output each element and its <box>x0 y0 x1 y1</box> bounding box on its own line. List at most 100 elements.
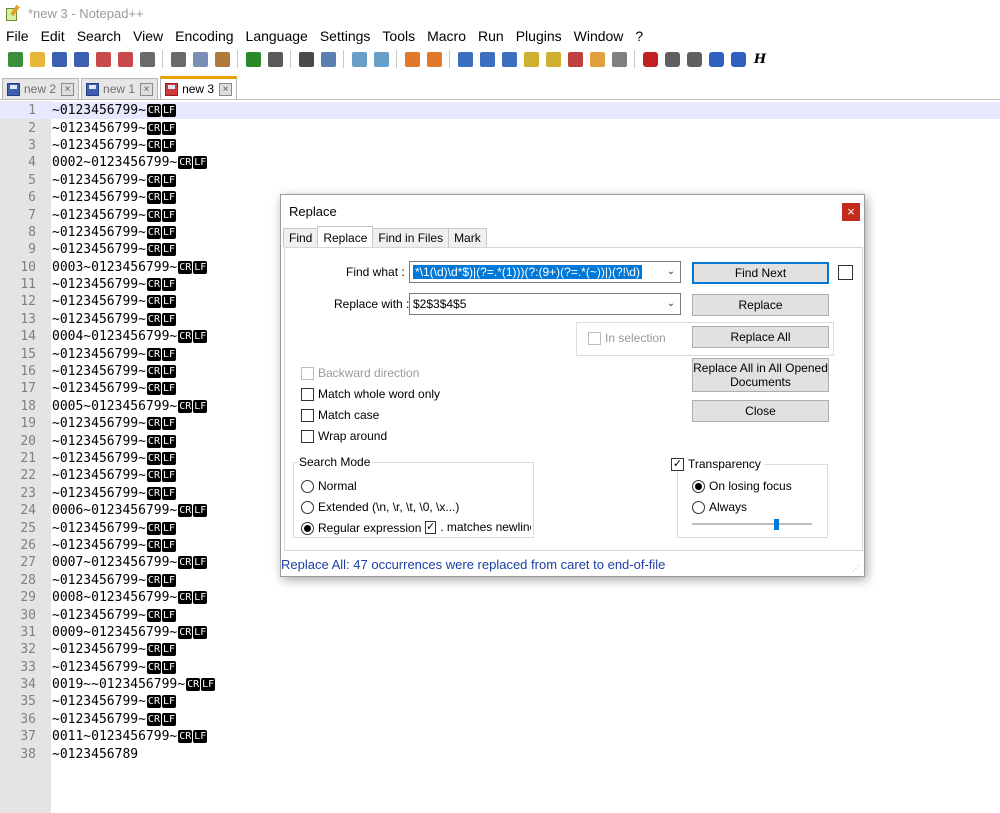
normal-radio[interactable]: Normal <box>301 479 357 493</box>
menu-plugins[interactable]: Plugins <box>510 28 568 44</box>
tab-new-1[interactable]: new 1 × <box>81 78 159 99</box>
menu-language[interactable]: Language <box>240 28 314 44</box>
record-macro-icon[interactable] <box>639 49 661 69</box>
line-number: 32 <box>20 642 36 658</box>
close-tab-icon[interactable]: × <box>61 82 75 96</box>
menu-tools[interactable]: Tools <box>376 28 421 44</box>
menu-encoding[interactable]: Encoding <box>169 28 239 44</box>
indent-guide-icon[interactable] <box>498 49 520 69</box>
cut-icon[interactable] <box>167 49 189 69</box>
tab-find[interactable]: Find <box>283 228 319 247</box>
menu-view[interactable]: View <box>127 28 169 44</box>
close-icon[interactable] <box>92 49 114 69</box>
sync-vertical-icon[interactable] <box>401 49 423 69</box>
menu-settings[interactable]: Settings <box>314 28 377 44</box>
line-text: ~0123456799~ <box>52 572 146 588</box>
find-what-combo[interactable]: *\1(\d)\d*$)|(?=.*(1)))(?:(9+)(?=.*(~))|… <box>409 261 681 283</box>
editor-line: 35 ~0123456799~ CR LF <box>0 693 1000 710</box>
replace-icon[interactable] <box>317 49 339 69</box>
resize-grip-icon[interactable]: ⋰ <box>852 564 862 574</box>
show-all-chars-icon[interactable] <box>476 49 498 69</box>
replace-all-button[interactable]: Replace All <box>692 326 829 348</box>
extended-radio[interactable]: Extended (\n, \r, \t, \0, \x...) <box>301 500 459 514</box>
redo-icon[interactable] <box>264 49 286 69</box>
close-button[interactable]: Close <box>692 400 829 422</box>
wrap-around-checkbox[interactable]: Wrap around <box>301 429 387 443</box>
zoom-in-icon[interactable] <box>348 49 370 69</box>
line-number: 31 <box>20 624 36 640</box>
close-tab-icon[interactable]: × <box>219 82 233 96</box>
always-radio[interactable]: Always <box>692 500 747 514</box>
save-all-icon[interactable] <box>70 49 92 69</box>
undo-icon[interactable] <box>242 49 264 69</box>
editor-line: 38 ~0123456789 <box>0 745 1000 762</box>
match-case-checkbox[interactable]: Match case <box>301 408 379 422</box>
transparency-checkbox[interactable]: ✓ Transparency <box>671 457 764 471</box>
open-file-icon[interactable] <box>26 49 48 69</box>
close-all-icon[interactable] <box>114 49 136 69</box>
zoom-out-icon[interactable] <box>370 49 392 69</box>
tab-new-3[interactable]: new 3 × <box>160 76 238 99</box>
function-list-icon[interactable] <box>564 49 586 69</box>
play-macro-icon[interactable] <box>683 49 705 69</box>
chevron-down-icon[interactable]: ⌄ <box>662 262 680 282</box>
tab-mark[interactable]: Mark <box>448 228 487 247</box>
eol-cr-marker: CR <box>178 556 193 570</box>
matches-newline-checkbox[interactable]: ✓. matches newline <box>425 520 531 534</box>
save-icon[interactable] <box>48 49 70 69</box>
paste-icon[interactable] <box>211 49 233 69</box>
line-number: 16 <box>20 364 36 380</box>
line-text-container: 0008~0123456799~ CR LF <box>52 590 208 605</box>
save-macro-icon[interactable] <box>727 49 749 69</box>
match-case-label: Match case <box>318 408 380 422</box>
line-number: 5 <box>28 172 36 188</box>
replace-with-combo[interactable]: $2$3$4$5 ⌄ <box>409 293 681 315</box>
print-icon[interactable] <box>136 49 158 69</box>
line-text: ~0123456799~ <box>52 694 146 710</box>
tab-replace[interactable]: Replace <box>317 226 374 247</box>
replace-button[interactable]: Replace <box>692 294 829 316</box>
transparency-slider[interactable] <box>692 523 812 525</box>
line-number: 15 <box>20 346 36 362</box>
eol-cr-marker: CR <box>146 695 161 709</box>
find-next-option-checkbox[interactable] <box>838 265 857 280</box>
hex-icon[interactable]: H <box>749 49 771 69</box>
find-icon[interactable] <box>295 49 317 69</box>
transparency-slider-thumb[interactable] <box>774 519 779 530</box>
eol-cr-marker: CR <box>146 347 161 361</box>
folder-as-workspace-icon[interactable] <box>586 49 608 69</box>
tab-new-2[interactable]: new 2 × <box>2 78 80 99</box>
backward-direction-checkbox[interactable]: Backward direction <box>301 366 419 380</box>
copy-icon[interactable] <box>189 49 211 69</box>
menu-run[interactable]: Run <box>472 28 510 44</box>
match-whole-word-checkbox[interactable]: Match whole word only <box>301 387 440 401</box>
close-tab-icon[interactable]: × <box>140 82 154 96</box>
sync-horizontal-icon[interactable] <box>423 49 445 69</box>
tab-find-in-files[interactable]: Find in Files <box>372 228 450 247</box>
menu-help[interactable]: ? <box>629 28 649 44</box>
editor-line: 1 ~0123456799~ CR LF <box>0 102 1000 120</box>
run-macro-multiple-icon[interactable] <box>705 49 727 69</box>
in-selection-checkbox[interactable]: In selection <box>588 331 666 345</box>
menu-edit[interactable]: Edit <box>35 28 71 44</box>
new-file-icon[interactable] <box>4 49 26 69</box>
line-number: 11 <box>20 277 36 293</box>
menu-search[interactable]: Search <box>71 28 127 44</box>
menu-window[interactable]: Window <box>568 28 630 44</box>
dialog-close-button[interactable]: × <box>842 203 860 221</box>
word-wrap-icon[interactable] <box>454 49 476 69</box>
doc-map-icon[interactable] <box>542 49 564 69</box>
find-next-button[interactable]: Find Next <box>692 262 829 284</box>
editor-line: 32 ~0123456799~ CR LF <box>0 641 1000 658</box>
regex-radio[interactable]: Regular expression <box>301 521 421 535</box>
user-lang-icon[interactable] <box>520 49 542 69</box>
line-text-container: 0004~0123456799~ CR LF <box>52 329 208 344</box>
eol-cr-marker: CR <box>178 591 193 605</box>
monitoring-icon[interactable] <box>608 49 630 69</box>
menu-macro[interactable]: Macro <box>421 28 472 44</box>
on-losing-focus-radio[interactable]: On losing focus <box>692 479 792 493</box>
replace-all-opened-button[interactable]: Replace All in All Opened Documents <box>692 358 829 392</box>
menu-file[interactable]: File <box>0 28 35 44</box>
chevron-down-icon[interactable]: ⌄ <box>662 294 680 314</box>
stop-macro-icon[interactable] <box>661 49 683 69</box>
